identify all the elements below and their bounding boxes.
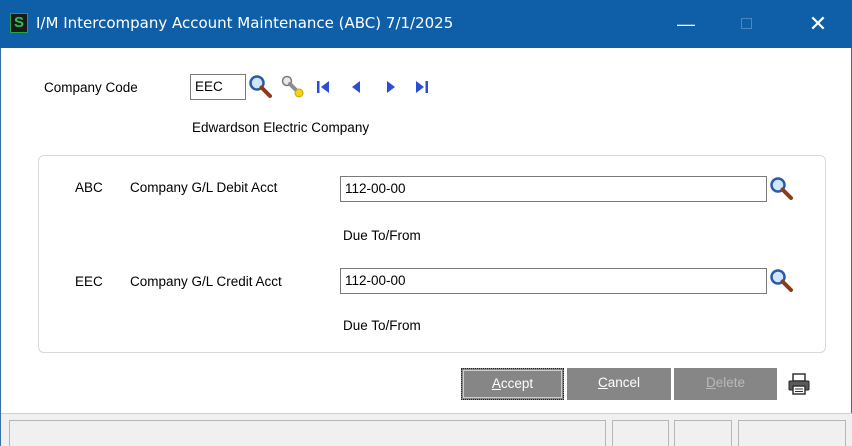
- magnifier-icon[interactable]: [248, 74, 272, 98]
- credit-account-label: Company G/L Credit Acct: [130, 274, 282, 289]
- first-record-icon[interactable]: [316, 80, 330, 94]
- cancel-hotkey: C: [597, 375, 608, 390]
- credit-company-code: EEC: [75, 274, 103, 289]
- status-segment-4: [738, 420, 846, 446]
- minimize-button[interactable]: —: [662, 0, 710, 48]
- company-code-input[interactable]: EEC: [190, 74, 246, 100]
- delete-button[interactable]: Delete: [674, 368, 777, 400]
- credit-account-description: Due To/From: [343, 318, 421, 333]
- printer-icon[interactable]: [787, 372, 811, 396]
- debit-lookup-magnifier-icon[interactable]: [769, 176, 793, 200]
- accept-label: ccept: [500, 376, 534, 391]
- debit-account-label: Company G/L Debit Acct: [130, 180, 278, 195]
- company-name: Edwardson Electric Company: [192, 120, 370, 135]
- previous-record-icon[interactable]: [350, 80, 362, 94]
- delete-hotkey: D: [705, 375, 716, 390]
- cancel-button[interactable]: Cancel: [567, 368, 671, 400]
- sage-app-icon: S: [10, 13, 28, 33]
- status-segment-main: [9, 420, 606, 446]
- next-record-icon[interactable]: [385, 80, 397, 94]
- status-segment-2: [612, 420, 669, 446]
- title-bar[interactable]: S I/M Intercompany Account Maintenance (…: [0, 0, 852, 48]
- credit-lookup-magnifier-icon[interactable]: [769, 268, 793, 292]
- debit-account-description: Due To/From: [343, 228, 421, 243]
- credit-account-input[interactable]: 112-00-00: [340, 268, 767, 294]
- maximize-icon: [741, 18, 752, 29]
- window-title: I/M Intercompany Account Maintenance (AB…: [36, 14, 454, 32]
- accept-button[interactable]: Accept: [461, 368, 564, 400]
- close-button[interactable]: ✕: [794, 0, 842, 48]
- last-record-icon[interactable]: [415, 80, 429, 94]
- status-segment-3: [674, 420, 732, 446]
- status-bar: [1, 413, 852, 446]
- debit-company-code: ABC: [75, 180, 103, 195]
- dialog-body: Company Code EEC Edwardson Electric Comp…: [0, 48, 852, 446]
- cancel-label: ancel: [607, 375, 641, 390]
- accept-hotkey: A: [491, 376, 501, 391]
- company-code-label: Company Code: [44, 80, 138, 95]
- debit-account-input[interactable]: 112-00-00: [340, 176, 767, 202]
- maximize-button[interactable]: [722, 0, 770, 48]
- delete-label: elete: [715, 375, 746, 390]
- flashlight-icon[interactable]: [280, 74, 306, 100]
